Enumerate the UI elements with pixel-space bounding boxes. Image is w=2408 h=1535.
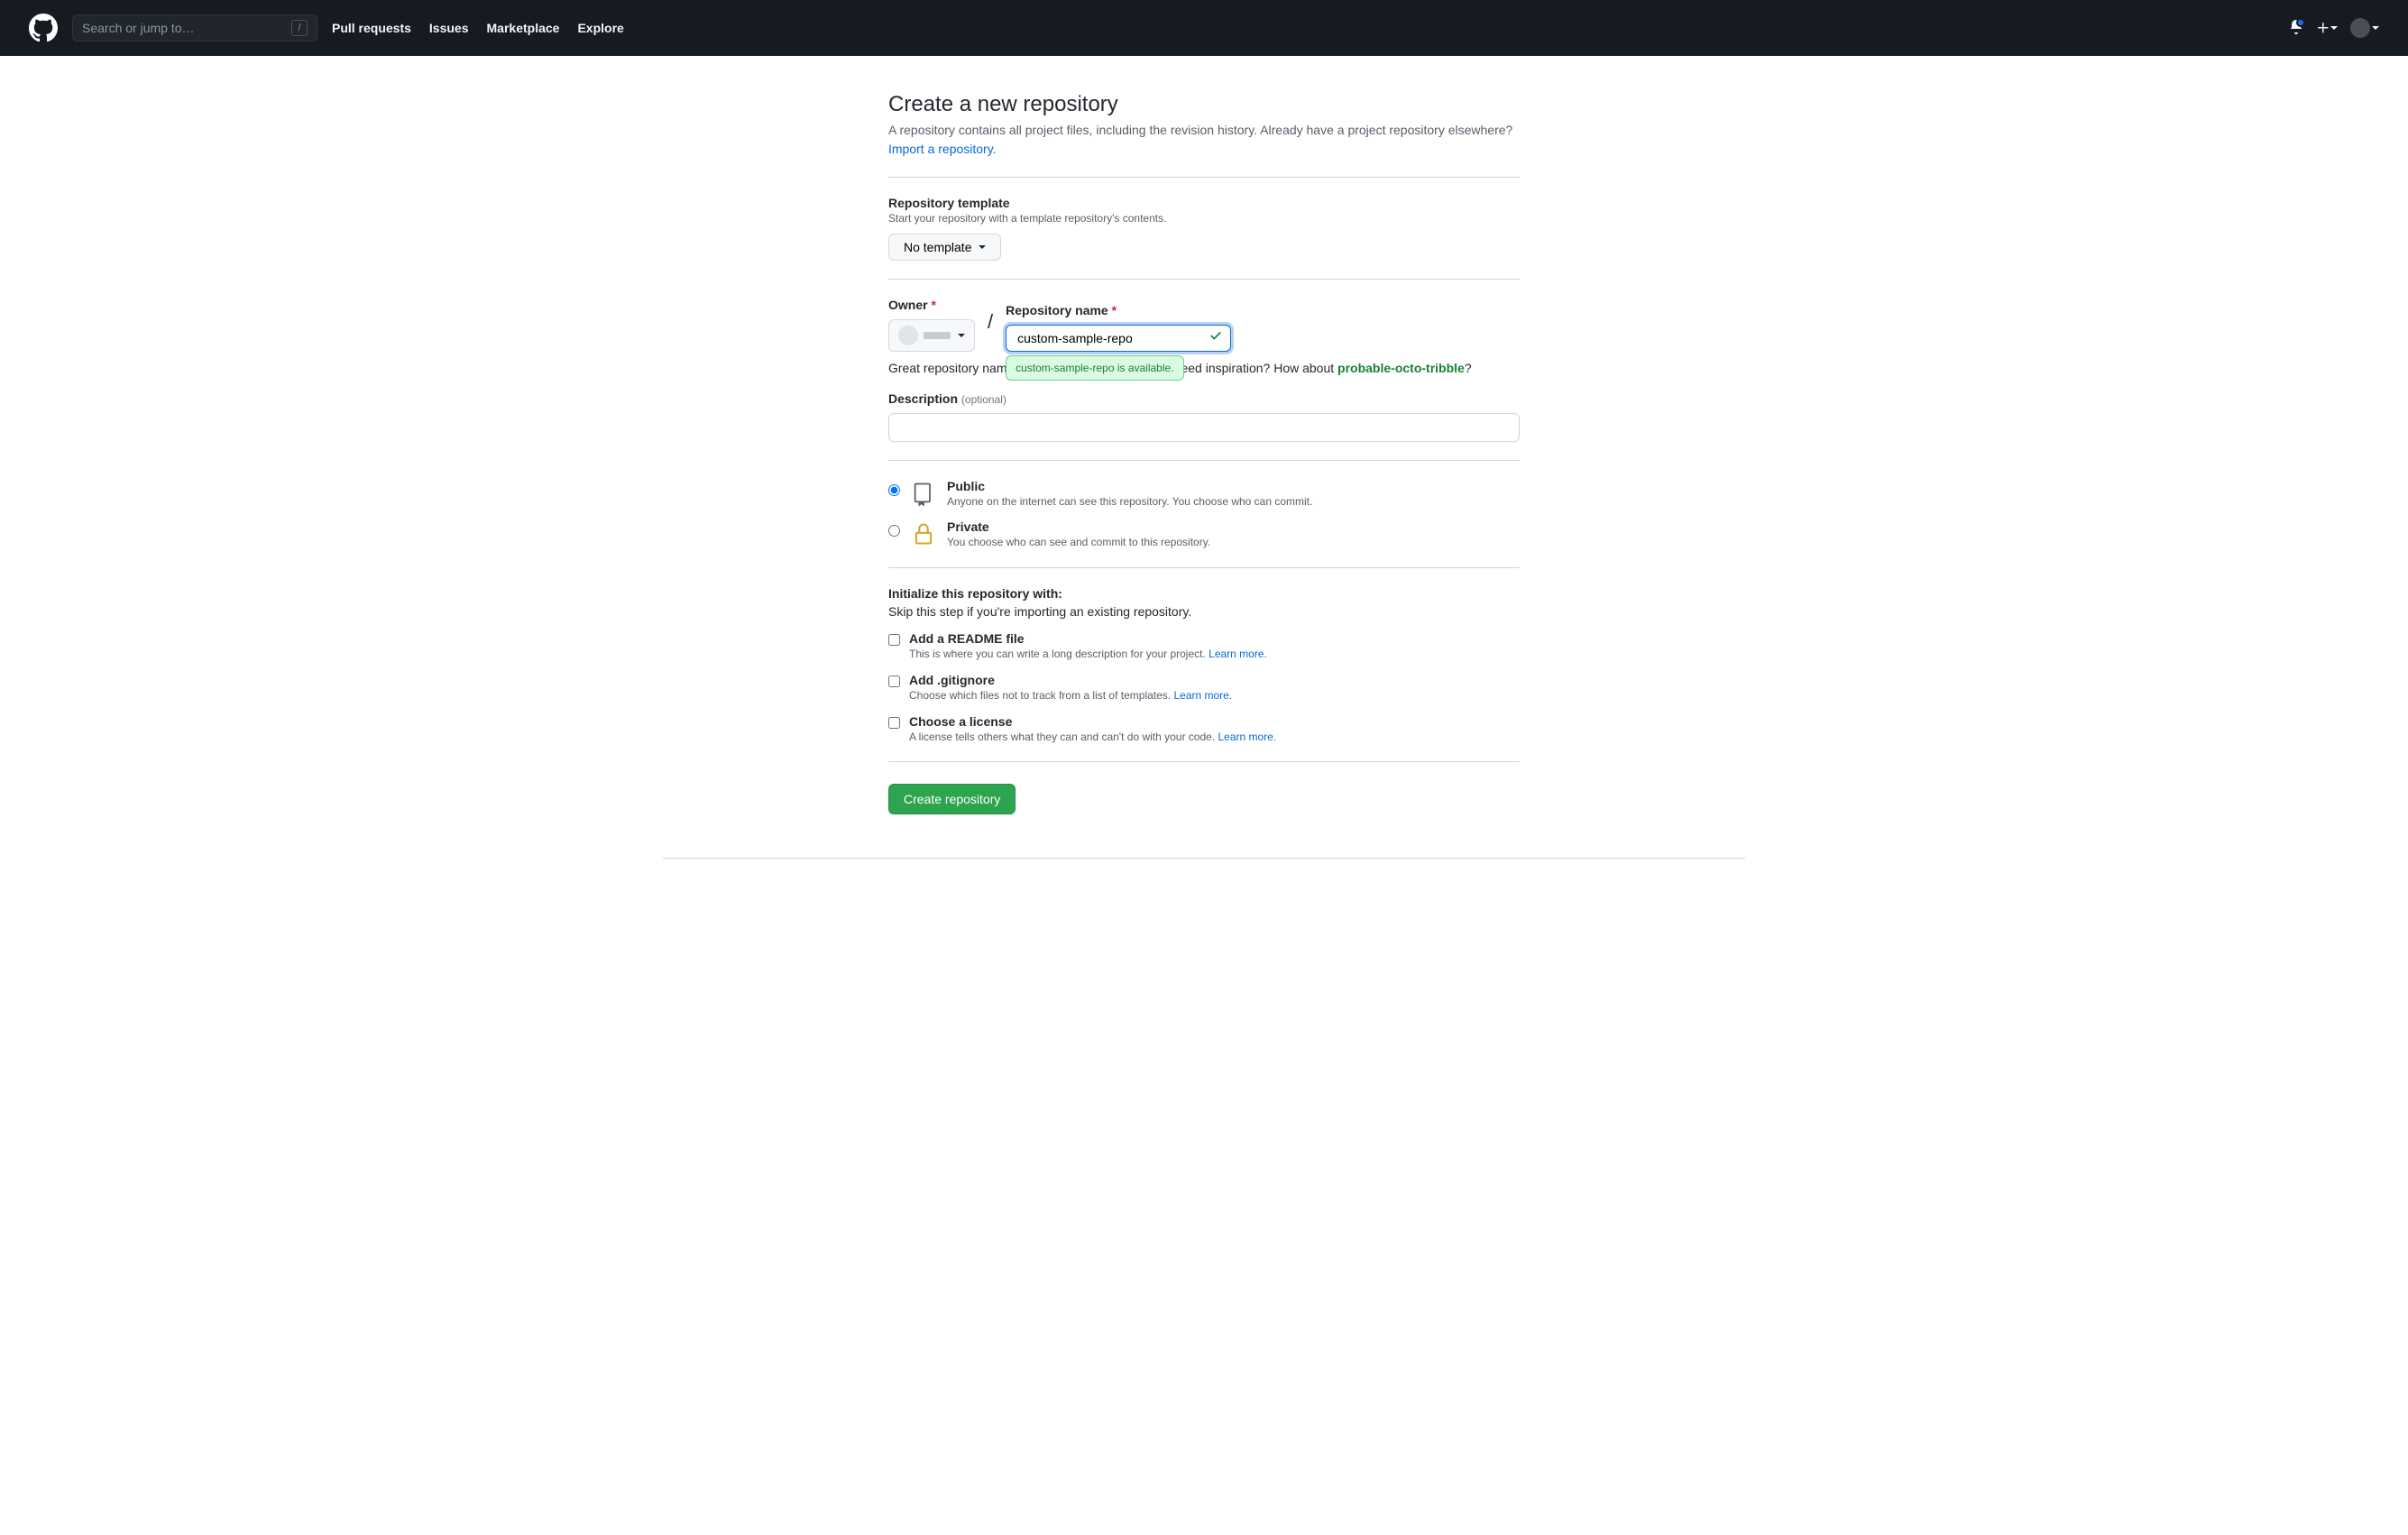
optional-hint: (optional) [961, 393, 1006, 406]
primary-nav: Pull requests Issues Marketplace Explore [332, 21, 624, 35]
owner-label: Owner * [888, 298, 975, 312]
gitignore-checkbox[interactable] [888, 676, 900, 687]
divider [888, 761, 1520, 762]
license-learn-more-link[interactable]: Learn more. [1218, 731, 1277, 743]
nav-marketplace[interactable]: Marketplace [487, 21, 560, 35]
visibility-private-row[interactable]: Private You choose who can see and commi… [888, 519, 1520, 549]
readme-row[interactable]: Add a README file This is where you can … [888, 631, 1520, 660]
description-section: Description (optional) [888, 391, 1520, 442]
user-menu[interactable] [2350, 18, 2379, 38]
visibility-public-radio[interactable] [888, 484, 900, 496]
nav-explore[interactable]: Explore [577, 21, 623, 35]
owner-name-blurred [924, 332, 951, 339]
template-sublabel: Start your repository with a template re… [888, 212, 1520, 225]
repo-icon [911, 481, 936, 509]
repo-name-label: Repository name * [1006, 303, 1231, 317]
global-header: / Pull requests Issues Marketplace Explo… [0, 0, 2408, 56]
caret-down-icon [2330, 26, 2338, 30]
readme-title: Add a README file [909, 631, 1267, 646]
main-content: Create a new repository A repository con… [888, 92, 1520, 814]
initialize-section: Initialize this repository with: Skip th… [888, 586, 1520, 743]
notifications-bell[interactable] [2289, 20, 2303, 37]
owner-select-button[interactable] [888, 319, 975, 352]
gitignore-title: Add .gitignore [909, 673, 1232, 687]
initialize-note: Skip this step if you're importing an ex… [888, 604, 1520, 619]
lock-icon [911, 521, 936, 549]
divider [888, 279, 1520, 280]
nav-pull-requests[interactable]: Pull requests [332, 21, 411, 35]
footer-divider [663, 858, 1745, 859]
public-desc: Anyone on the internet can see this repo… [947, 495, 1312, 508]
description-label: Description [888, 391, 958, 406]
divider [888, 177, 1520, 178]
license-row[interactable]: Choose a license A license tells others … [888, 714, 1520, 743]
owner-column: Owner * [888, 298, 975, 352]
page-title: Create a new repository [888, 92, 1520, 117]
suggested-name-link[interactable]: probable-octo-tribble [1337, 361, 1465, 375]
readme-desc: This is where you can write a long descr… [909, 648, 1267, 660]
github-logo[interactable] [29, 14, 58, 42]
private-title: Private [947, 519, 1210, 534]
caret-down-icon [958, 334, 965, 337]
import-repository-link[interactable]: Import a repository. [888, 142, 997, 156]
slash-hotkey-badge: / [291, 20, 308, 36]
visibility-public-row[interactable]: Public Anyone on the internet can see th… [888, 479, 1520, 509]
create-menu[interactable] [2316, 21, 2338, 35]
slash-separator: / [988, 310, 993, 334]
header-right [2289, 18, 2379, 38]
template-label: Repository template [888, 196, 1520, 210]
readme-checkbox[interactable] [888, 634, 900, 646]
gitignore-desc: Choose which files not to track from a l… [909, 689, 1232, 702]
initialize-heading: Initialize this repository with: [888, 586, 1520, 601]
gitignore-learn-more-link[interactable]: Learn more. [1173, 689, 1232, 702]
nav-issues[interactable]: Issues [429, 21, 469, 35]
private-desc: You choose who can see and commit to thi… [947, 536, 1210, 548]
template-section: Repository template Start your repositor… [888, 196, 1520, 261]
license-title: Choose a license [909, 714, 1276, 729]
owner-name-row: Owner * / Repository name * custom-sampl… [888, 298, 1520, 352]
search-bar[interactable]: / [72, 14, 317, 41]
check-icon [1209, 329, 1222, 345]
divider [888, 460, 1520, 461]
visibility-section: Public Anyone on the internet can see th… [888, 479, 1520, 549]
gitignore-row[interactable]: Add .gitignore Choose which files not to… [888, 673, 1520, 702]
create-repository-button[interactable]: Create repository [888, 784, 1016, 814]
caret-down-icon [979, 245, 986, 249]
visibility-private-radio[interactable] [888, 525, 900, 537]
availability-tooltip: custom-sample-repo is available. [1006, 355, 1183, 381]
repo-name-column: Repository name * custom-sample-repo is … [1006, 303, 1231, 352]
avatar [2350, 18, 2370, 38]
caret-down-icon [2372, 26, 2379, 30]
page-subtitle: A repository contains all project files,… [888, 121, 1520, 159]
description-input[interactable] [888, 413, 1520, 442]
divider [888, 567, 1520, 568]
template-select-button[interactable]: No template [888, 234, 1001, 261]
name-inspiration-text: Great repository names are short and mem… [888, 361, 1520, 375]
readme-learn-more-link[interactable]: Learn more. [1209, 648, 1267, 660]
public-title: Public [947, 479, 1312, 493]
notification-indicator [2296, 18, 2305, 27]
footer-area [663, 858, 1745, 859]
search-input[interactable] [82, 21, 291, 35]
license-desc: A license tells others what they can and… [909, 731, 1276, 743]
license-checkbox[interactable] [888, 717, 900, 729]
owner-avatar [898, 326, 918, 345]
repo-name-input[interactable] [1006, 325, 1231, 352]
